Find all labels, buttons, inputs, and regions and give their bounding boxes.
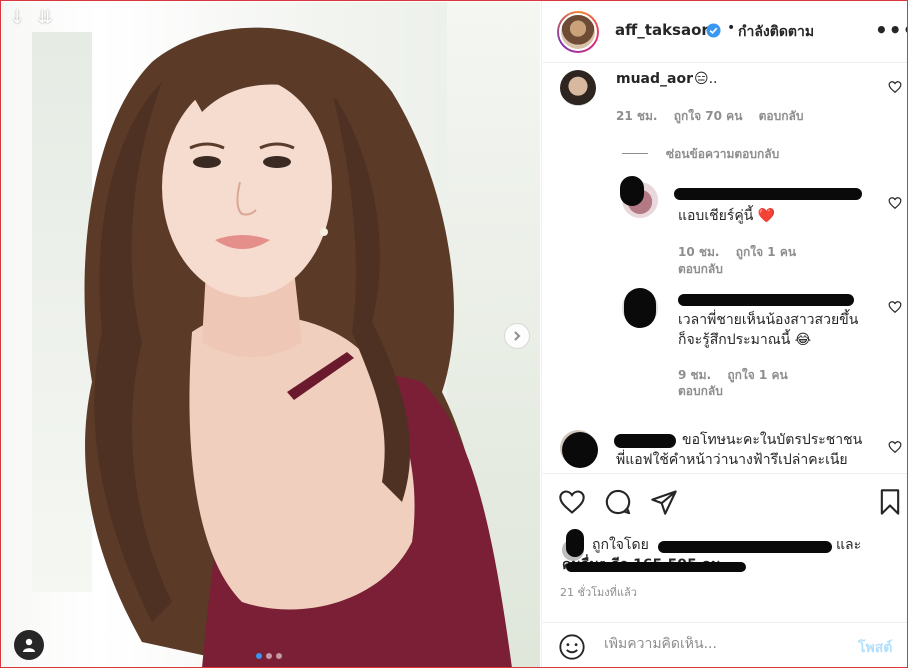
like-comment-heart-icon[interactable] <box>888 440 902 454</box>
redaction-scribble <box>674 188 862 200</box>
reply-likes[interactable]: ถูกใจ 1 คน <box>736 245 796 259</box>
comment-likes[interactable]: ถูกใจ 70 คน <box>674 109 743 123</box>
redaction-scribble <box>562 432 598 468</box>
reply-text-line2: ก็จะรู้สึกประมาณนี้ 😂 <box>678 332 812 348</box>
owner-username[interactable]: aff_taksaorn <box>615 21 719 39</box>
post-header: aff_taksaorn • กำลังติดตาม ••• <box>542 2 907 63</box>
redaction-scribble <box>658 541 832 553</box>
reply-likes[interactable]: ถูกใจ 1 คน <box>727 368 787 382</box>
comment-text-line2: พี่แอฟใช้คำหน้าว่านางฟ้ารึเปล่าคะเนีย <box>616 452 848 468</box>
save-bookmark-icon[interactable] <box>876 488 904 516</box>
reply-text: แอบเชียร์คู่นี้ ❤️ <box>678 208 776 224</box>
tagged-users-button[interactable] <box>14 630 44 660</box>
like-comment-heart-icon[interactable] <box>888 300 902 314</box>
instagram-post-viewer: ↓ ⇊ aff_taksaorn • กำลังติดตาม •• muad_a… <box>0 0 908 668</box>
likes-prefix: ถูกใจโดย <box>592 537 649 553</box>
next-photo-button[interactable] <box>504 323 530 349</box>
download-arrow-icon[interactable]: ↓ <box>6 8 28 28</box>
more-options-button[interactable]: ••• <box>875 18 907 42</box>
likes-suffix: และ <box>836 537 862 553</box>
post-side-panel: aff_taksaorn • กำลังติดตาม ••• muad_aor … <box>541 2 907 667</box>
reply-text-line1: เวลาพี่ชายเห็นน้องสาวสวยขึ้น <box>678 312 859 328</box>
chevron-right-icon <box>514 331 521 341</box>
post-actions-bar <box>542 473 907 533</box>
carousel-dot-active <box>256 653 262 659</box>
comment-time: 21 ชม. <box>616 109 658 123</box>
redaction-scribble <box>566 562 746 572</box>
comment-input[interactable] <box>604 636 834 652</box>
post-timestamp[interactable]: 21 ชั่วโมงที่แล้ว <box>560 583 637 601</box>
emoji-smile-icon[interactable] <box>558 633 586 661</box>
carousel-dot <box>276 653 282 659</box>
double-download-icon[interactable]: ⇊ <box>34 8 56 28</box>
reply-time: 9 ชม. <box>678 368 712 382</box>
comment-username[interactable]: muad_aor <box>616 71 693 87</box>
reply-button[interactable]: ตอบกลับ <box>678 382 723 401</box>
portrait-illustration <box>84 27 512 667</box>
replies-divider <box>622 153 648 154</box>
post-comment-button[interactable]: โพสต์ <box>858 637 892 659</box>
reply-button[interactable]: ตอบกลับ <box>678 260 723 279</box>
like-comment-heart-icon[interactable] <box>888 196 902 210</box>
like-heart-icon[interactable] <box>558 488 586 516</box>
comment-meta: 21 ชม. ถูกใจ 70 คน ตอบกลับ <box>616 107 815 126</box>
owner-avatar[interactable] <box>557 11 599 53</box>
comment-reply-button[interactable]: ตอบกลับ <box>759 109 804 123</box>
commenter-avatar[interactable] <box>560 70 596 106</box>
reply-time: 10 ชม. <box>678 245 720 259</box>
redaction-scribble <box>614 434 676 448</box>
hide-replies-button[interactable]: ซ่อนข้อความตอบกลับ <box>666 145 779 164</box>
carousel-dot <box>266 653 272 659</box>
redaction-scribble <box>624 288 656 328</box>
comment-bubble-icon[interactable] <box>604 488 632 516</box>
post-photo[interactable]: ↓ ⇊ <box>2 2 540 667</box>
carousel-indicator <box>256 653 282 659</box>
redaction-scribble <box>566 529 584 557</box>
redaction-scribble <box>678 294 854 306</box>
add-comment-bar: โพสต์ <box>542 622 907 667</box>
header-separator: • <box>727 20 736 36</box>
like-comment-heart-icon[interactable] <box>888 80 902 94</box>
comment-text-line1: ขอโทษนะคะในบัตรประชาชน <box>682 432 863 448</box>
following-button[interactable]: กำลังติดตาม <box>738 21 814 43</box>
share-paper-plane-icon[interactable] <box>650 488 678 516</box>
user-icon <box>23 638 35 652</box>
comments-list: muad_aor 😑.. 21 ชม. ถูกใจ 70 คน ตอบกลับ … <box>542 64 907 472</box>
verified-badge-icon <box>706 23 721 38</box>
redaction-scribble <box>620 176 644 206</box>
comment-text: 😑.. <box>694 71 718 87</box>
